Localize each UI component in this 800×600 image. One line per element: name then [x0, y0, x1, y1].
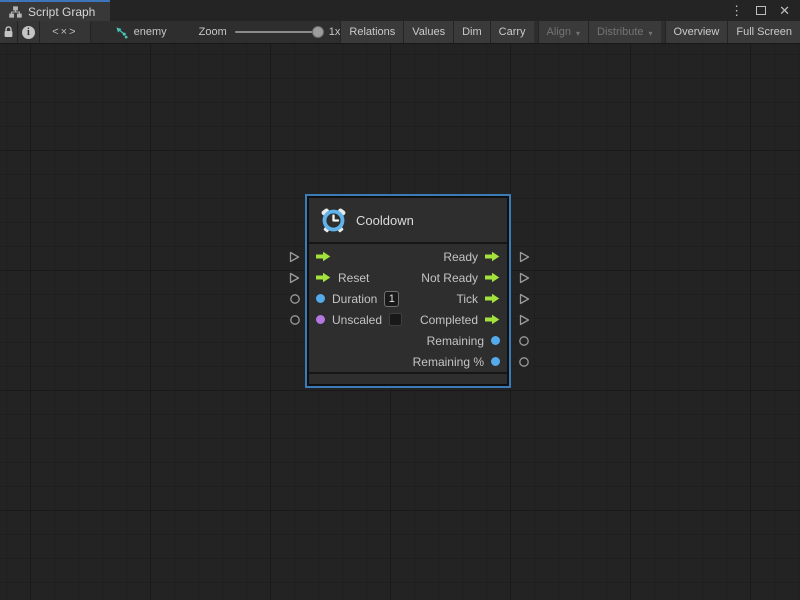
- tab-title: Script Graph: [28, 5, 95, 19]
- port-row: Remaining: [309, 330, 507, 351]
- toolbar-buttons: Relations Values Dim Carry Align ▾ Distr…: [340, 21, 800, 43]
- flow-input-icon[interactable]: [316, 272, 331, 283]
- flow-output-icon[interactable]: [485, 272, 500, 283]
- port-label: Tick: [456, 292, 478, 306]
- node-header[interactable]: Cooldown: [309, 198, 507, 244]
- dim-button[interactable]: Dim: [453, 21, 490, 43]
- flow-output-icon[interactable]: [485, 251, 500, 262]
- node-title: Cooldown: [356, 213, 414, 228]
- zoom-slider-handle[interactable]: [312, 26, 324, 38]
- port-label: Remaining: [427, 334, 484, 348]
- external-flow-input-port[interactable]: [289, 272, 300, 284]
- align-button[interactable]: Align ▾: [538, 21, 588, 43]
- distribute-button[interactable]: Distribute ▾: [588, 21, 660, 43]
- external-value-input-port[interactable]: [289, 314, 301, 326]
- graph-breadcrumb-icon: [115, 26, 128, 39]
- node-body: Ready Reset: [309, 244, 507, 372]
- dropdown-arrow-icon: ▾: [576, 29, 580, 38]
- flow-output-icon[interactable]: [485, 314, 500, 325]
- external-flow-output-port[interactable]: [519, 272, 530, 284]
- lock-button[interactable]: [0, 21, 18, 43]
- external-value-output-port[interactable]: [518, 356, 530, 368]
- full-screen-button[interactable]: Full Screen: [727, 21, 800, 43]
- code-preview-button[interactable]: <×>: [40, 21, 91, 43]
- port-row: Unscaled Completed: [309, 309, 507, 330]
- relations-button[interactable]: Relations: [340, 21, 403, 43]
- zoom-value: 1x: [329, 26, 341, 38]
- external-flow-output-port[interactable]: [519, 251, 530, 263]
- number-output-icon[interactable]: [491, 336, 500, 345]
- graph-canvas[interactable]: Cooldown Ready: [0, 44, 800, 600]
- info-button[interactable]: i: [18, 21, 40, 43]
- external-flow-output-port[interactable]: [519, 314, 530, 326]
- port-label: Reset: [338, 271, 369, 285]
- port-label: Duration: [332, 292, 377, 306]
- window-titlebar: Script Graph ⋮ ✕: [0, 0, 800, 21]
- external-flow-input-port[interactable]: [289, 251, 300, 263]
- overview-button[interactable]: Overview: [665, 21, 728, 43]
- zoom-slider[interactable]: [235, 31, 321, 33]
- external-value-output-port[interactable]: [518, 335, 530, 347]
- graph-icon: [9, 6, 22, 18]
- info-icon: i: [22, 26, 35, 39]
- external-flow-output-port[interactable]: [519, 293, 530, 305]
- carry-button[interactable]: Carry: [490, 21, 534, 43]
- values-button[interactable]: Values: [403, 21, 453, 43]
- unscaled-checkbox[interactable]: [389, 313, 402, 326]
- maximize-icon[interactable]: [756, 6, 766, 15]
- lock-icon: [3, 26, 14, 38]
- cooldown-node[interactable]: Cooldown Ready: [307, 196, 509, 386]
- tab-script-graph[interactable]: Script Graph: [0, 0, 110, 21]
- dropdown-arrow-icon: ▾: [649, 29, 653, 38]
- zoom-control: Zoom 1x: [199, 21, 341, 43]
- alarm-clock-icon: [320, 207, 347, 234]
- flow-output-icon[interactable]: [485, 293, 500, 304]
- node-footer: [309, 372, 507, 384]
- window-controls: ⋮ ✕: [730, 0, 800, 21]
- code-icon: <×>: [52, 26, 77, 38]
- port-row: Duration 1 Tick: [309, 288, 507, 309]
- port-label: Not Ready: [421, 271, 478, 285]
- port-row: Ready: [309, 246, 507, 267]
- window-menu-icon[interactable]: ⋮: [730, 4, 743, 17]
- external-value-input-port[interactable]: [289, 293, 301, 305]
- close-icon[interactable]: ✕: [779, 4, 790, 17]
- port-label: Completed: [420, 313, 478, 327]
- zoom-label: Zoom: [199, 26, 227, 38]
- port-row: Reset Not Ready: [309, 267, 507, 288]
- breadcrumb[interactable]: enemy: [115, 21, 167, 43]
- flow-input-icon[interactable]: [316, 251, 331, 262]
- number-output-icon[interactable]: [491, 357, 500, 366]
- boolean-input-icon[interactable]: [316, 315, 325, 324]
- number-input-icon[interactable]: [316, 294, 325, 303]
- port-row: Remaining %: [309, 351, 507, 372]
- duration-value-field[interactable]: 1: [384, 291, 399, 307]
- port-label: Unscaled: [332, 313, 382, 327]
- port-label: Remaining %: [413, 355, 484, 369]
- graph-toolbar: i <×> enemy Zoom 1x Relations Values Dim…: [0, 21, 800, 44]
- breadcrumb-label: enemy: [134, 26, 167, 38]
- port-label: Ready: [443, 250, 478, 264]
